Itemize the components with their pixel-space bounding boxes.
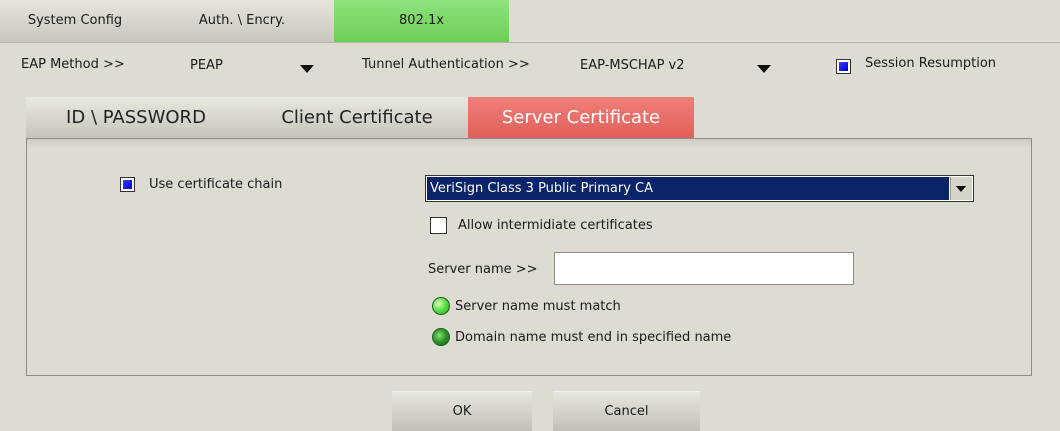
cancel-button-label: Cancel xyxy=(604,404,649,419)
session-resumption-label: Session Resumption xyxy=(865,56,997,71)
server-name-match-label: Server name must match xyxy=(455,299,621,314)
tab-id-password-label: ID \ PASSWORD xyxy=(66,107,206,128)
domain-end-label: Domain name must end in specified name xyxy=(455,330,732,345)
ok-button-label: OK xyxy=(452,404,472,419)
session-resumption-checkbox[interactable] xyxy=(836,59,851,74)
tab-auth-encry-label: Auth. \ Encry. xyxy=(198,13,286,28)
top-tab-bar: System Config Auth. \ Encry. 802.1x xyxy=(0,0,1060,42)
ok-button[interactable]: OK xyxy=(392,391,532,431)
tab-system-config-label: System Config xyxy=(27,13,123,28)
eap-settings-row: EAP Method >> PEAP Tunnel Authentication… xyxy=(0,43,1060,93)
use-certificate-chain-label: Use certificate chain xyxy=(149,177,283,192)
tab-auth-encry[interactable]: Auth. \ Encry. xyxy=(150,0,334,42)
use-certificate-chain-checkbox[interactable] xyxy=(120,177,135,192)
tab-802-1x[interactable]: 802.1x xyxy=(334,0,509,42)
eap-method-value[interactable]: PEAP xyxy=(190,58,223,73)
tab-client-certificate[interactable]: Client Certificate xyxy=(246,97,468,138)
server-name-label: Server name >> xyxy=(428,262,538,277)
tab-bar-filler xyxy=(509,0,1060,42)
tab-server-certificate[interactable]: Server Certificate xyxy=(468,97,694,138)
server-name-input[interactable] xyxy=(554,252,854,285)
tab-server-certificate-label: Server Certificate xyxy=(501,107,661,128)
tunnel-auth-label: Tunnel Authentication >> xyxy=(362,57,530,72)
tunnel-auth-value[interactable]: EAP-MSCHAP v2 xyxy=(580,58,685,73)
ca-select-button[interactable] xyxy=(950,177,972,200)
tunnel-auth-dropdown-icon[interactable] xyxy=(757,65,771,73)
allow-intermediate-checkbox[interactable] xyxy=(430,217,447,234)
ca-select[interactable]: VeriSign Class 3 Public Primary CA xyxy=(425,175,974,202)
eap-method-label: EAP Method >> xyxy=(21,57,125,72)
cancel-button[interactable]: Cancel xyxy=(553,391,700,431)
tab-client-certificate-label: Client Certificate xyxy=(281,107,433,128)
server-name-match-radio[interactable] xyxy=(432,297,450,315)
tab-id-password[interactable]: ID \ PASSWORD xyxy=(26,97,246,138)
allow-intermediate-label: Allow intermidiate certificates xyxy=(458,218,653,233)
chevron-down-icon xyxy=(956,186,966,192)
eap-method-dropdown-icon[interactable] xyxy=(300,65,314,73)
tab-802-1x-label: 802.1x xyxy=(399,13,444,28)
panel-header-shade xyxy=(27,139,1031,149)
tab-system-config[interactable]: System Config xyxy=(0,0,150,42)
ca-select-value: VeriSign Class 3 Public Primary CA xyxy=(427,177,949,200)
domain-end-radio[interactable] xyxy=(432,328,450,346)
